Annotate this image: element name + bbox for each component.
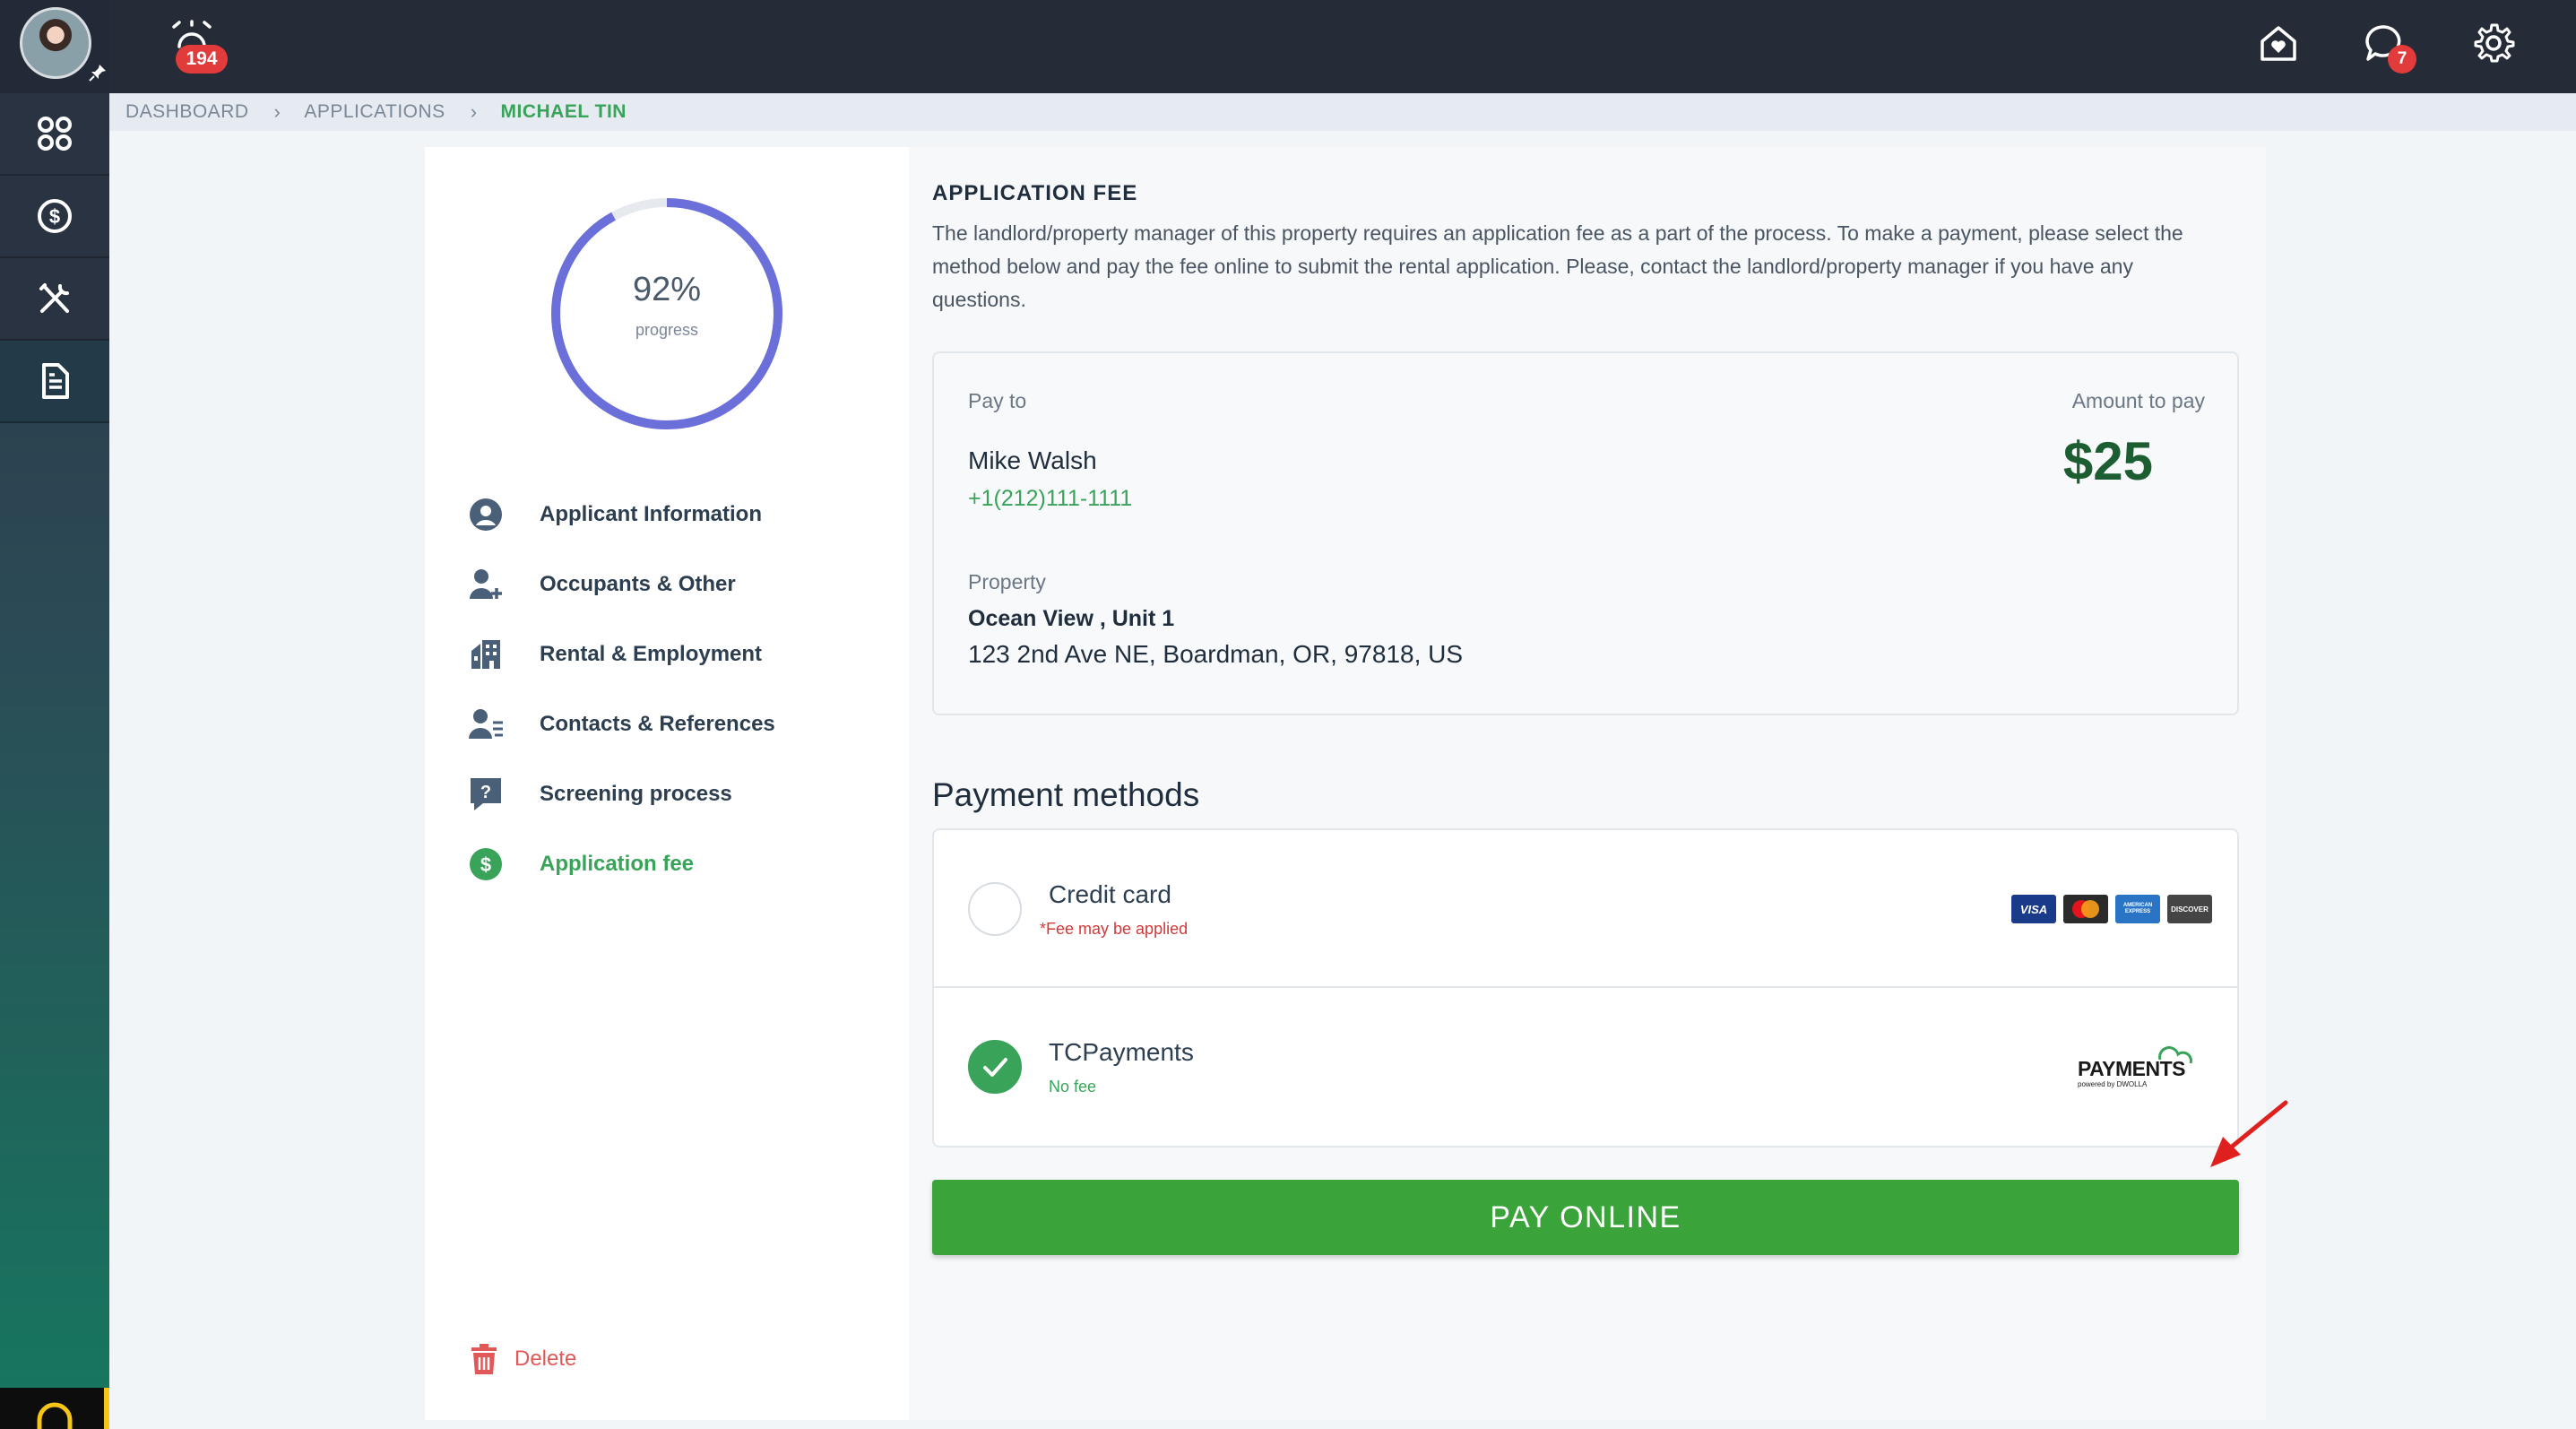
- breadcrumb-dashboard[interactable]: DASHBOARD: [125, 101, 249, 123]
- step-label: Rental & Employment: [540, 642, 763, 666]
- building-icon: [471, 640, 500, 669]
- breadcrumb-current: MICHAEL TIN: [500, 101, 627, 122]
- document-icon: [42, 363, 69, 399]
- rail-support-button[interactable]: [0, 1388, 109, 1429]
- dollar-circle-icon: $: [470, 848, 502, 880]
- pay-online-button[interactable]: PAY ONLINE: [932, 1180, 2239, 1255]
- rail-dashboard-button[interactable]: [0, 93, 109, 176]
- rail-payments-button[interactable]: $: [0, 176, 109, 258]
- settings-gear-icon[interactable]: [2472, 22, 2515, 65]
- progress-percent: 92%: [632, 271, 702, 308]
- payment-methods-title: Payment methods: [932, 776, 1200, 813]
- contact-list-icon: [469, 709, 503, 739]
- user-circle-icon: [470, 498, 502, 531]
- alarm-count-badge: 194: [176, 45, 228, 74]
- delete-label: Delete: [514, 1347, 577, 1371]
- tools-icon: [39, 283, 69, 313]
- headset-icon: [37, 1402, 73, 1429]
- amount-label: Amount to pay: [2071, 389, 2205, 412]
- tcpayments-radio[interactable]: [968, 1040, 1022, 1094]
- payment-method-credit-card[interactable]: Credit card *Fee may be applied VISA AME…: [934, 830, 2237, 988]
- property-address: 123 2nd Ave NE, Boardman, OR, 97818, US: [968, 640, 1464, 668]
- step-application-fee[interactable]: $ Application fee: [464, 839, 694, 889]
- dollar-circle-icon: $: [38, 199, 72, 233]
- payments-logo-subtext: powered by DWOLLA: [2078, 1080, 2148, 1088]
- top-bar: [109, 0, 2576, 93]
- pay-to-name: Mike Walsh: [968, 446, 1097, 474]
- left-rail: $: [0, 0, 109, 1429]
- rail-profile: [0, 0, 109, 93]
- step-label: Application fee: [540, 852, 695, 876]
- mastercard-logo: [2063, 895, 2108, 923]
- chevron-right-icon: ›: [470, 100, 478, 123]
- step-occupants[interactable]: Occupants & Other: [464, 559, 736, 610]
- payment-method-note: *Fee may be applied: [1040, 920, 1189, 938]
- progress-ring: [551, 198, 782, 429]
- payment-method-name: TCPayments: [1049, 1038, 1194, 1066]
- step-screening-process[interactable]: ? Screening process: [464, 769, 732, 819]
- pay-to-label: Pay to: [968, 389, 1027, 412]
- pin-icon: [89, 65, 106, 82]
- step-label: Screening process: [540, 782, 732, 806]
- user-plus-icon: [470, 569, 502, 599]
- amount-value: $25: [2062, 431, 2153, 491]
- fee-description: The landlord/property manager of this pr…: [932, 221, 2183, 311]
- rail-maintenance-button[interactable]: [0, 258, 109, 341]
- property-label: Property: [968, 570, 1046, 593]
- payment-methods-list: Credit card *Fee may be applied VISA AME…: [932, 828, 2239, 1148]
- section-title: APPLICATION FEE: [932, 181, 1138, 205]
- svg-text:?: ?: [480, 783, 491, 802]
- visa-logo: VISA: [2011, 895, 2056, 923]
- step-rental-employment[interactable]: Rental & Employment: [464, 629, 762, 680]
- pay-to-phone[interactable]: +1(212)111-1111: [968, 486, 1132, 512]
- step-contacts-references[interactable]: Contacts & References: [464, 699, 775, 749]
- credit-card-radio[interactable]: [968, 882, 1022, 936]
- delete-application-button[interactable]: Delete: [470, 1343, 576, 1375]
- discover-logo: DISCOVER: [2167, 895, 2212, 923]
- messages-count-badge: 7: [2388, 45, 2416, 74]
- svg-text:$: $: [480, 853, 491, 876]
- breadcrumb-applications[interactable]: APPLICATIONS: [304, 101, 445, 123]
- grid-icon: [38, 117, 72, 151]
- trash-icon: [471, 1344, 497, 1374]
- amex-logo: AMERICAN EXPRESS: [2115, 895, 2160, 923]
- property-name: Ocean View , Unit 1: [968, 606, 1175, 631]
- user-avatar[interactable]: [20, 7, 91, 79]
- step-applicant-information[interactable]: Applicant Information: [464, 489, 762, 540]
- home-heart-icon[interactable]: [2257, 22, 2300, 65]
- rail-applications-button[interactable]: [0, 341, 109, 423]
- payment-method-note: No fee: [1049, 1078, 1097, 1096]
- question-chat-icon: ?: [471, 778, 501, 810]
- svg-text:$: $: [49, 205, 60, 228]
- step-label: Applicant Information: [540, 502, 762, 526]
- pay-to-card: Pay to Mike Walsh +1(212)111-1111 Amount…: [932, 351, 2239, 715]
- progress-caption: progress: [635, 321, 699, 339]
- checkmark-icon: [983, 1058, 1007, 1077]
- card-brand-logos: VISA AMERICAN EXPRESS DISCOVER: [2011, 895, 2212, 923]
- breadcrumb: DASHBOARD › APPLICATIONS › MICHAEL TIN: [109, 93, 2576, 131]
- annotation-arrow-icon: [2210, 1100, 2288, 1167]
- application-fee-panel: APPLICATION FEE The landlord/property ma…: [909, 147, 2266, 1420]
- payments-dwolla-logo: PAYMENTS powered by DWOLLA: [2078, 1046, 2192, 1088]
- payment-method-tcpayments[interactable]: TCPayments No fee PAYMENTS powered by DW…: [934, 988, 2237, 1146]
- chevron-right-icon: ›: [273, 100, 281, 123]
- payment-method-name: Credit card: [1049, 880, 1171, 908]
- step-label: Contacts & References: [540, 712, 775, 736]
- application-steps-panel: 92% progress Applicant Information Occup…: [425, 147, 909, 1420]
- step-label: Occupants & Other: [540, 572, 736, 596]
- payments-logo-text: PAYMENTS: [2078, 1057, 2185, 1080]
